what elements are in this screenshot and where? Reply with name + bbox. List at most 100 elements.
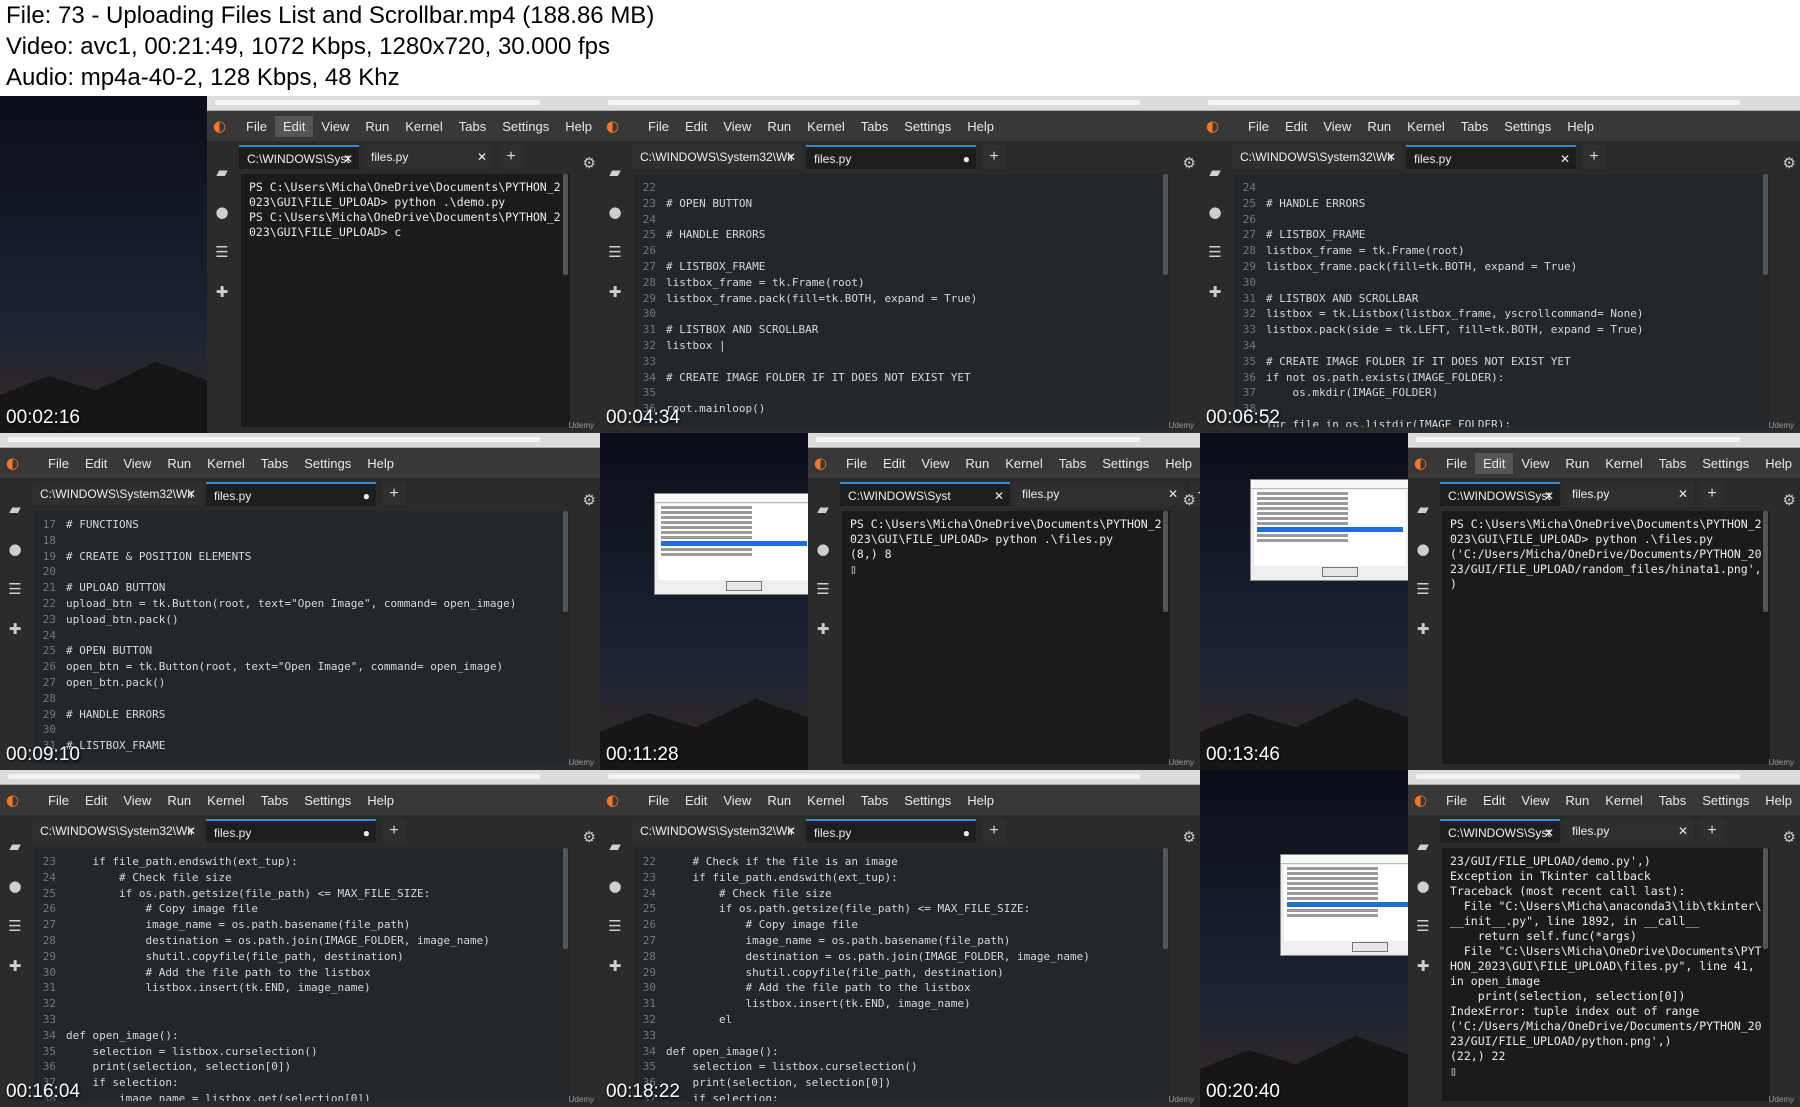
close-icon[interactable]: ✕ xyxy=(1544,821,1554,843)
scrollbar[interactable] xyxy=(1763,174,1768,276)
menu-help[interactable]: Help xyxy=(1157,453,1200,474)
tab-terminal[interactable]: C:\WINDOWS\Syst ✕ xyxy=(840,482,1010,506)
menu-file[interactable]: File xyxy=(1438,453,1475,474)
stop-circle-icon[interactable]: ● xyxy=(600,877,630,895)
close-icon[interactable]: ✕ xyxy=(477,145,487,169)
menu-help[interactable]: Help xyxy=(359,790,402,811)
menu-settings[interactable]: Settings xyxy=(1496,116,1559,137)
gear-icon[interactable]: ⚙ xyxy=(583,828,596,846)
list-icon[interactable]: ☰ xyxy=(600,917,630,935)
menu-view[interactable]: View xyxy=(913,453,957,474)
menu-kernel[interactable]: Kernel xyxy=(997,453,1051,474)
folder-icon[interactable]: ▰ xyxy=(0,500,30,518)
menu-tabs[interactable]: Tabs xyxy=(253,453,296,474)
scrollbar[interactable] xyxy=(563,174,568,276)
close-icon[interactable]: ✕ xyxy=(343,147,353,169)
close-icon[interactable]: ✕ xyxy=(186,819,196,843)
close-icon[interactable]: ✕ xyxy=(1168,482,1178,506)
menu-help[interactable]: Help xyxy=(1757,453,1800,474)
puzzle-icon[interactable]: ✚ xyxy=(0,957,30,975)
puzzle-icon[interactable]: ✚ xyxy=(1408,957,1438,975)
menu-kernel[interactable]: Kernel xyxy=(1399,116,1453,137)
close-icon[interactable]: ✕ xyxy=(1386,145,1396,169)
puzzle-icon[interactable]: ✚ xyxy=(600,957,630,975)
gear-icon[interactable]: ⚙ xyxy=(1783,154,1796,172)
menu-edit[interactable]: Edit xyxy=(1475,452,1514,474)
menu-run[interactable]: Run xyxy=(159,453,199,474)
menu-edit[interactable]: Edit xyxy=(77,790,115,811)
menu-settings[interactable]: Settings xyxy=(296,790,359,811)
menu-help[interactable]: Help xyxy=(1559,116,1602,137)
menu-view[interactable]: View xyxy=(115,790,159,811)
menu-file[interactable]: File xyxy=(838,453,875,474)
menu-view[interactable]: View xyxy=(115,453,159,474)
tab-terminal[interactable]: C:\WINDOWS\System32\Wir ✕ xyxy=(32,819,202,843)
menu-tabs[interactable]: Tabs xyxy=(1051,453,1094,474)
scrollbar[interactable] xyxy=(1163,511,1168,613)
folder-icon[interactable]: ▰ xyxy=(808,500,838,518)
menu-edit[interactable]: Edit xyxy=(275,115,314,137)
close-icon[interactable]: ● xyxy=(963,821,970,843)
puzzle-icon[interactable]: ✚ xyxy=(207,283,237,301)
tab-files-py[interactable]: files.py ✕ xyxy=(1564,482,1694,506)
menu-kernel[interactable]: Kernel xyxy=(199,790,253,811)
scrollbar[interactable] xyxy=(1763,848,1768,950)
menu-settings[interactable]: Settings xyxy=(896,116,959,137)
gear-icon[interactable]: ⚙ xyxy=(1783,491,1796,509)
menu-file[interactable]: File xyxy=(40,453,77,474)
menu-tabs[interactable]: Tabs xyxy=(853,790,896,811)
menu-edit[interactable]: Edit xyxy=(1277,116,1315,137)
tab-terminal[interactable]: C:\WINDOWS\System32\Wir ✕ xyxy=(632,145,802,169)
menu-view[interactable]: View xyxy=(1513,453,1557,474)
menu-file[interactable]: File xyxy=(1240,116,1277,137)
menu-run[interactable]: Run xyxy=(1557,790,1597,811)
puzzle-icon[interactable]: ✚ xyxy=(1200,283,1230,301)
puzzle-icon[interactable]: ✚ xyxy=(1408,620,1438,638)
menu-file[interactable]: File xyxy=(40,790,77,811)
close-icon[interactable]: ✕ xyxy=(994,484,1004,506)
close-icon[interactable]: ✕ xyxy=(786,145,796,169)
menu-file[interactable]: File xyxy=(1438,790,1475,811)
close-icon[interactable]: ✕ xyxy=(1678,482,1688,506)
menu-run[interactable]: Run xyxy=(759,116,799,137)
list-icon[interactable]: ☰ xyxy=(0,580,30,598)
scrollbar[interactable] xyxy=(1163,174,1168,276)
gear-icon[interactable]: ⚙ xyxy=(1783,828,1796,846)
menu-edit[interactable]: Edit xyxy=(677,116,715,137)
list-icon[interactable]: ☰ xyxy=(600,243,630,261)
folder-icon[interactable]: ▰ xyxy=(0,837,30,855)
menu-file[interactable]: File xyxy=(238,116,275,137)
menu-tabs[interactable]: Tabs xyxy=(853,116,896,137)
menu-run[interactable]: Run xyxy=(957,453,997,474)
menu-settings[interactable]: Settings xyxy=(896,790,959,811)
menu-run[interactable]: Run xyxy=(759,790,799,811)
puzzle-icon[interactable]: ✚ xyxy=(808,620,838,638)
scrollbar[interactable] xyxy=(1163,848,1168,950)
menu-settings[interactable]: Settings xyxy=(1694,790,1757,811)
close-icon[interactable]: ● xyxy=(963,147,970,169)
tab-files-py[interactable]: files.py ● xyxy=(206,819,376,843)
tab-terminal[interactable]: C:\WINDOWS\Syst ✕ xyxy=(1440,482,1560,506)
tab-files-py[interactable]: files.py ✕ xyxy=(1406,145,1576,169)
gear-icon[interactable]: ⚙ xyxy=(1183,491,1196,509)
menu-kernel[interactable]: Kernel xyxy=(1597,790,1651,811)
new-tab-button[interactable]: + xyxy=(1700,819,1724,843)
tab-terminal[interactable]: C:\WINDOWS\Syst ✕ xyxy=(1440,819,1560,843)
menu-help[interactable]: Help xyxy=(959,116,1002,137)
new-tab-button[interactable]: + xyxy=(982,819,1006,843)
close-icon[interactable]: ● xyxy=(363,821,370,843)
menu-view[interactable]: View xyxy=(715,790,759,811)
new-tab-button[interactable]: + xyxy=(382,819,406,843)
gear-icon[interactable]: ⚙ xyxy=(1183,828,1196,846)
folder-icon[interactable]: ▰ xyxy=(600,837,630,855)
close-icon[interactable]: ✕ xyxy=(1678,819,1688,843)
new-tab-button[interactable]: + xyxy=(1700,482,1724,506)
menu-help[interactable]: Help xyxy=(1757,790,1800,811)
close-icon[interactable]: ● xyxy=(363,484,370,506)
menu-file[interactable]: File xyxy=(640,790,677,811)
scrollbar[interactable] xyxy=(1763,511,1768,613)
menu-tabs[interactable]: Tabs xyxy=(451,116,494,137)
folder-icon[interactable]: ▰ xyxy=(1408,500,1438,518)
menu-help[interactable]: Help xyxy=(557,116,600,137)
menu-run[interactable]: Run xyxy=(159,790,199,811)
